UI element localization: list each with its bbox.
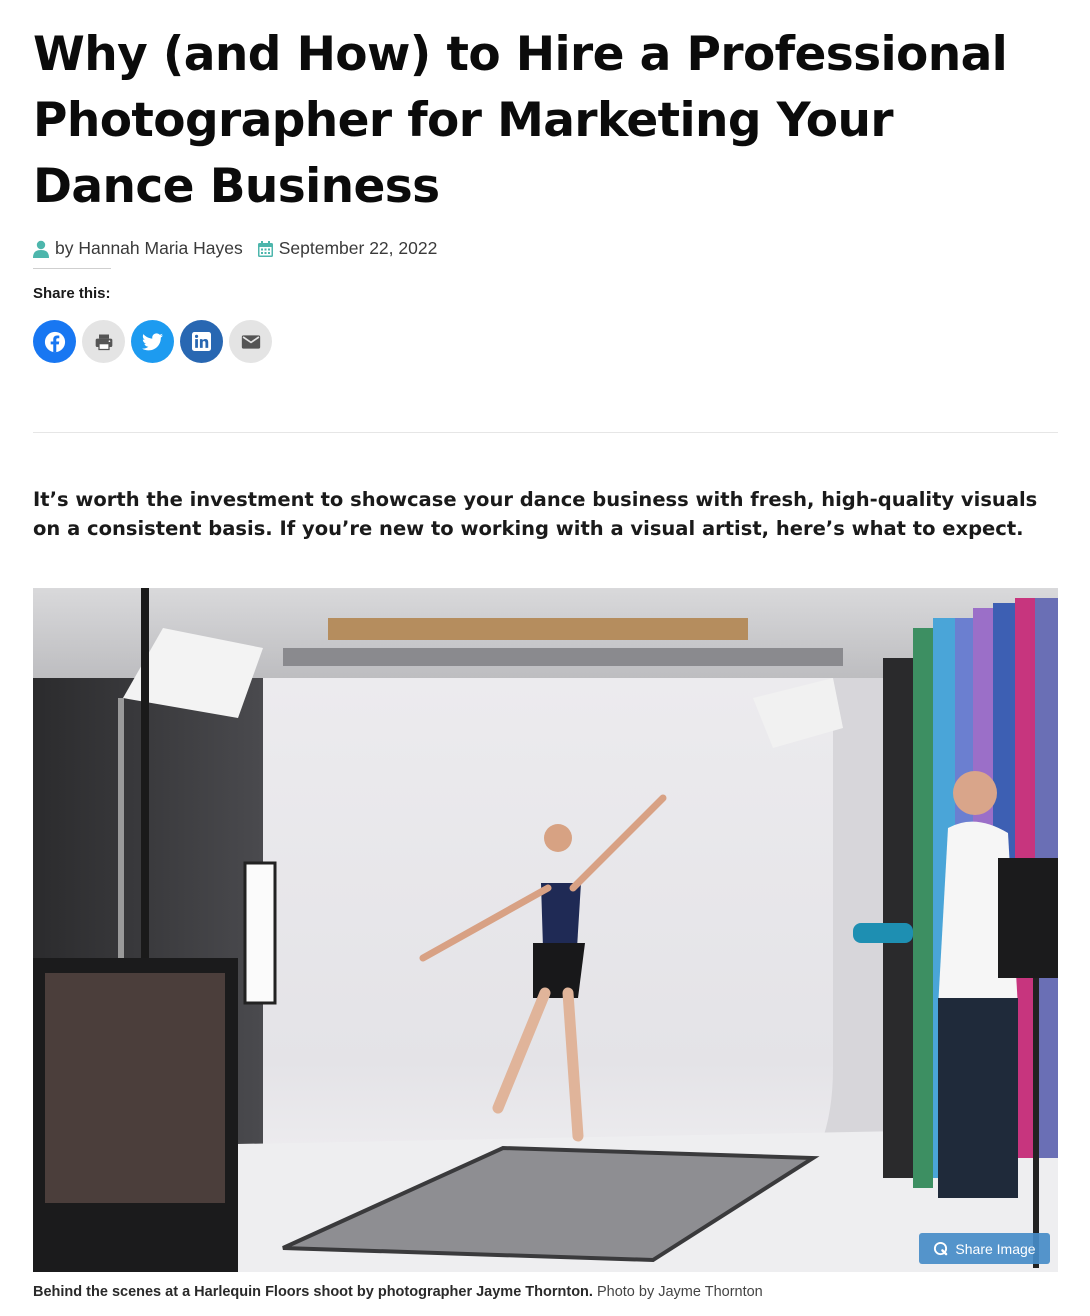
facebook-icon <box>44 331 65 352</box>
share-print-button[interactable] <box>82 320 125 363</box>
share-image-icon <box>934 1241 948 1256</box>
twitter-icon <box>142 332 163 350</box>
envelope-icon <box>241 334 260 349</box>
linkedin-icon <box>192 332 211 351</box>
author-link[interactable]: by Hannah Maria Hayes <box>33 238 243 259</box>
article-intro: It’s worth the investment to showcase yo… <box>33 488 1038 540</box>
article-meta: by Hannah Maria Hayes September 22, 2022 <box>33 238 438 269</box>
section-divider <box>33 432 1058 433</box>
share-email-button[interactable] <box>229 320 272 363</box>
share-image-button[interactable]: Share Image <box>919 1233 1050 1264</box>
share-twitter-button[interactable] <box>131 320 174 363</box>
caption-text: Behind the scenes at a Harlequin Floors … <box>33 1284 593 1300</box>
printer-icon <box>95 334 112 350</box>
article-title: Why (and How) to Hire a Professional Pho… <box>33 27 1008 214</box>
share-label: Share this: <box>33 285 111 302</box>
date-text: September 22, 2022 <box>278 238 438 258</box>
share-buttons <box>33 320 278 363</box>
calendar-icon <box>257 240 279 257</box>
author-name: by Hannah Maria Hayes <box>55 238 243 258</box>
photo-caption: Behind the scenes at a Harlequin Floors … <box>33 1284 763 1300</box>
author-block: by Hannah Maria Hayes <box>33 238 243 269</box>
share-linkedin-button[interactable] <box>180 320 223 363</box>
user-icon <box>33 240 55 258</box>
share-image-label: Share Image <box>955 1240 1036 1257</box>
publish-date: September 22, 2022 <box>257 238 438 265</box>
article-page: Why (and How) to Hire a Professional Pho… <box>0 0 1090 1316</box>
featured-photo <box>33 588 1058 1272</box>
share-facebook-button[interactable] <box>33 320 76 363</box>
caption-credit: Photo by Jayme Thornton <box>596 1284 763 1300</box>
